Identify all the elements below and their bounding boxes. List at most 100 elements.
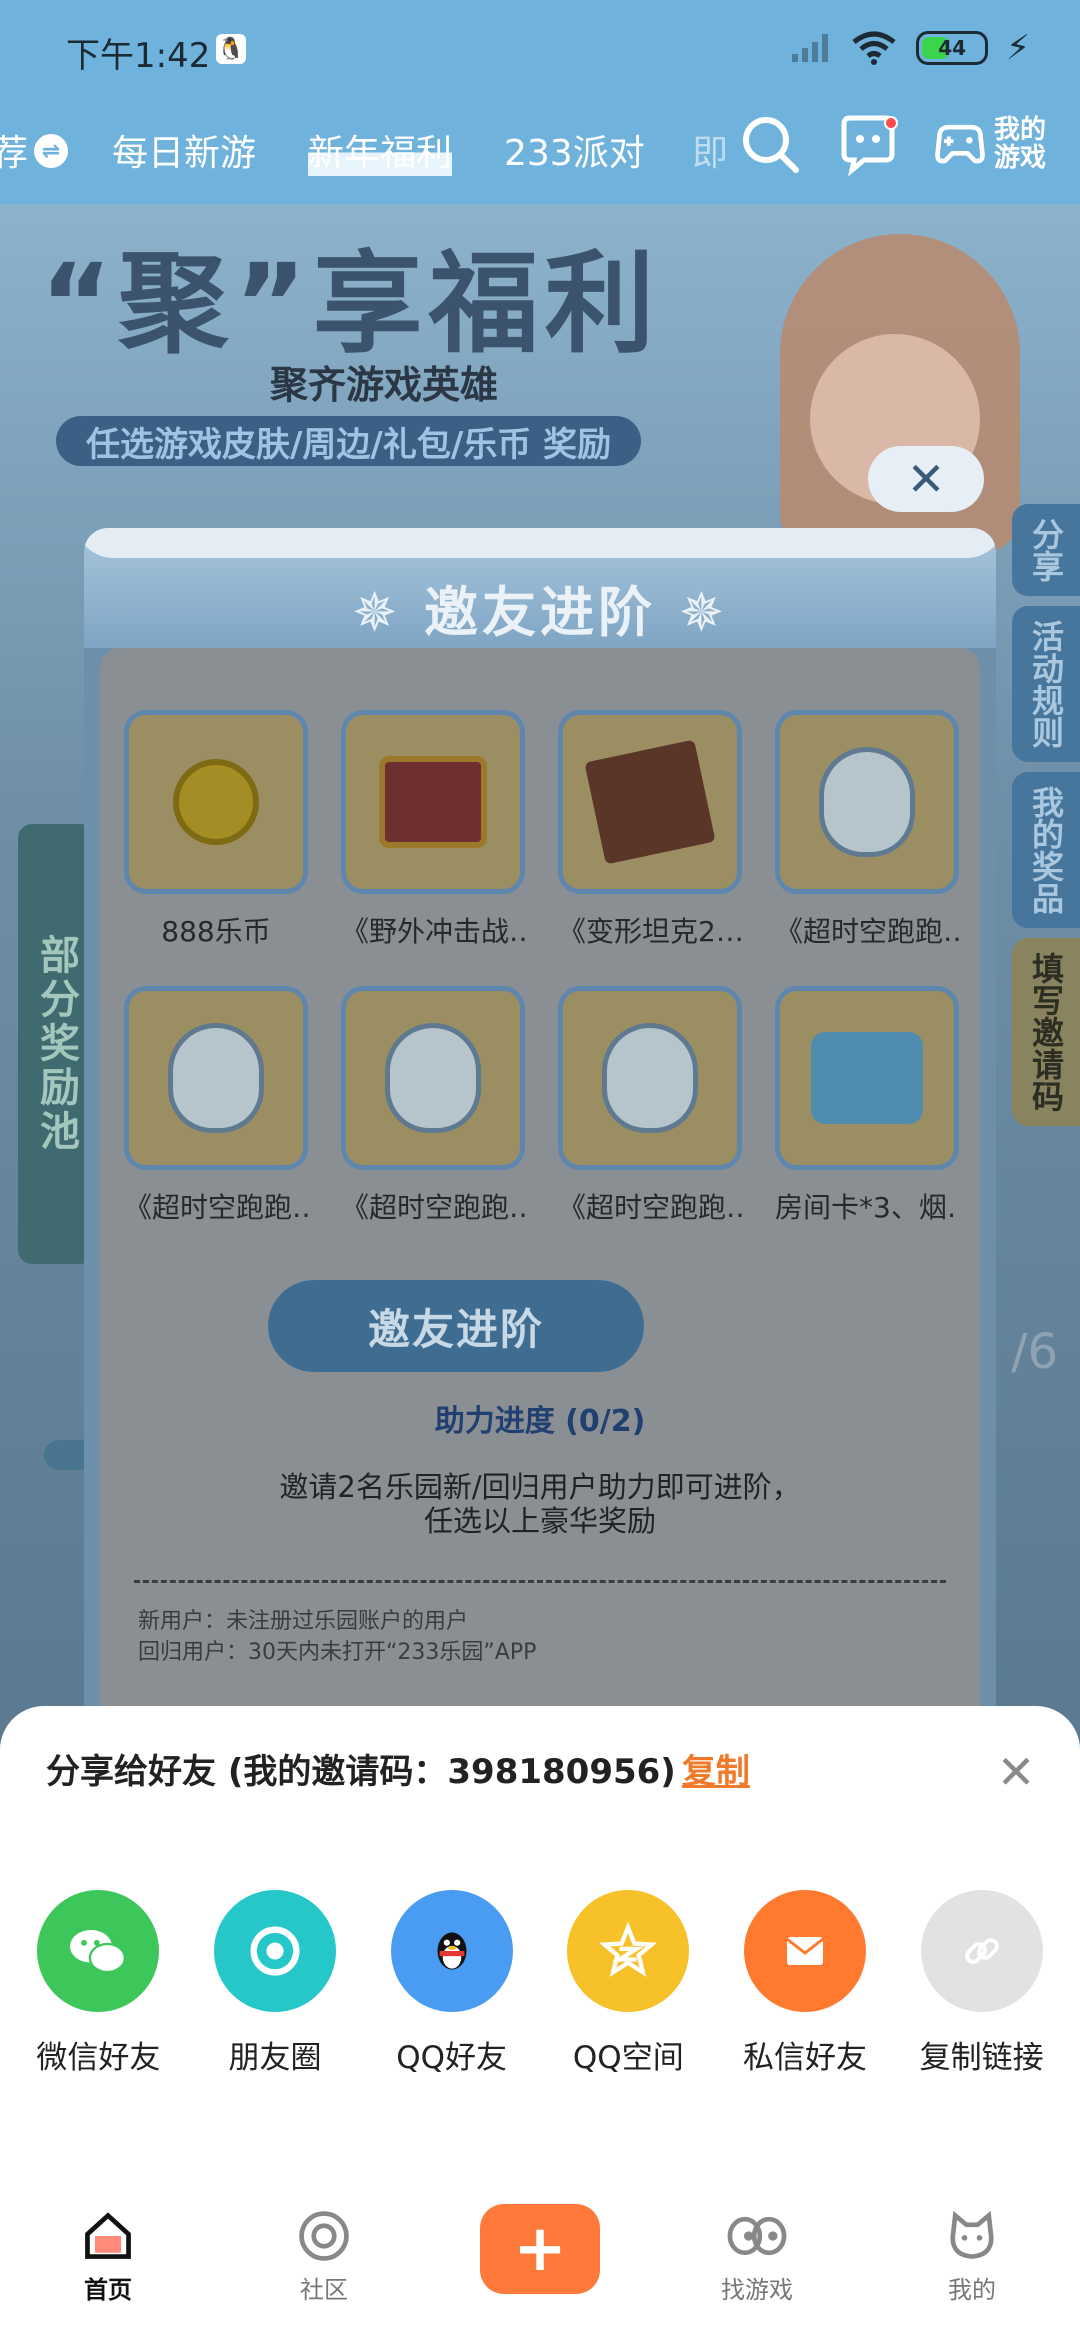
tab-label: 我的 (948, 2276, 996, 2304)
signal-icon (792, 34, 829, 62)
candy-egg-icon (168, 1023, 264, 1133)
snowflake-icon: ✵ (351, 581, 424, 644)
prize-name: 888乐币 (161, 915, 271, 948)
my-games-button[interactable]: 我的游戏 (932, 116, 1050, 172)
prize-item[interactable]: 《超时空跑跑… (124, 986, 308, 1226)
tab-label: 社区 (300, 2276, 348, 2304)
share-sheet-close-button[interactable]: ✕ (992, 1745, 1040, 1799)
invite-upgrade-button[interactable]: 邀友进阶 (268, 1280, 644, 1372)
qzone-icon (567, 1890, 690, 2012)
snowflake-icon: ✵ (656, 581, 729, 644)
gamepad-icon (935, 124, 985, 164)
prize-image (775, 710, 959, 894)
prize-item[interactable]: 房间卡*3、烟… (775, 986, 959, 1226)
share-copy-link[interactable]: 复制链接 (896, 1890, 1068, 2077)
modal-body: 888乐币 《野外冲击战… 《变形坦克2… 《超时空跑跑… 《超时空跑跑… 《超… (100, 648, 980, 1744)
side-tabs: 分享 活动规则 我的奖品 填写邀请码 (1012, 504, 1080, 1136)
search-icon (743, 117, 799, 173)
prize-item[interactable]: 《野外冲击战… (341, 710, 525, 950)
messages-button[interactable] (834, 110, 902, 178)
tab-community[interactable]: 社区 (259, 2208, 389, 2305)
bottle-egg-icon (602, 1023, 698, 1133)
qq-icon (390, 1890, 513, 2012)
unread-dot (884, 116, 898, 130)
prize-name: 《超时空跑跑… (124, 1191, 308, 1224)
close-icon: ✕ (996, 1745, 1036, 1799)
moments-icon (213, 1890, 336, 2012)
note-new-user: 新用户：未注册过乐园账户的用户 (138, 1609, 469, 1634)
tab-home[interactable]: 首页 (43, 2208, 173, 2305)
battery-icon: 44 (916, 31, 989, 65)
modal-title: ✵ 邀友进阶 ✵ (84, 568, 996, 647)
invite-description: 邀请2名乐园新/回归用户助力即可进阶， 任选以上豪华奖励 (100, 1470, 980, 1538)
background-counter: /6 (1011, 1324, 1058, 1380)
share-label: QQ空间 (572, 2040, 684, 2076)
prize-grid: 888乐币 《野外冲击战… 《变形坦克2… 《超时空跑跑… 《超时空跑跑… 《超… (124, 710, 968, 1226)
book-egg-icon (819, 747, 915, 857)
share-wechat-friend[interactable]: 微信好友 (12, 1890, 184, 2077)
invite-description-line1: 邀请2名乐园新/回归用户助力即可进阶， (279, 1470, 801, 1504)
prize-item[interactable]: 《变形坦克2… (558, 710, 742, 950)
share-private-message[interactable]: 私信好友 (719, 1890, 891, 2077)
share-qq-friend[interactable]: QQ好友 (366, 1890, 538, 2077)
create-post-button[interactable]: + (480, 2204, 600, 2294)
prize-name: 《超时空跑跑… (558, 1191, 742, 1224)
share-label: 朋友圈 (228, 2040, 322, 2076)
tab-more[interactable]: 即 (692, 124, 728, 176)
tab-daily-new-games[interactable]: 每日新游 (112, 124, 256, 176)
wechat-icon (37, 1890, 160, 2012)
side-tab-rules[interactable]: 活动规则 (1012, 606, 1080, 762)
invite-description-line2: 任选以上豪华奖励 (423, 1504, 656, 1538)
prize-name: 《超时空跑跑… (341, 1191, 525, 1224)
share-moments[interactable]: 朋友圈 (189, 1890, 361, 2077)
search-button[interactable] (736, 110, 804, 178)
modal-close-button[interactable]: ✕ (868, 446, 984, 512)
home-icon (85, 2212, 131, 2259)
prize-image (341, 986, 525, 1170)
qq-notification-icon: 🐧 (216, 34, 246, 64)
prize-item[interactable]: 888乐币 (124, 710, 308, 950)
gift-box-icon (584, 739, 716, 865)
status-bar: 下午1:42 🐧 44 ⚡ (0, 0, 1080, 100)
side-tab-my-prizes[interactable]: 我的奖品 (1012, 772, 1080, 928)
bottom-tab-bar: 首页 社区 + 找游戏 我的 (0, 2186, 1080, 2340)
share-qzone[interactable]: QQ空间 (542, 1890, 714, 2077)
battery-level: 44 (938, 36, 967, 60)
plus-icon: + (513, 2212, 567, 2286)
wifi-icon (852, 31, 896, 65)
modal-title-text: 邀友进阶 (424, 581, 656, 644)
share-options: 微信好友 朋友圈 QQ好友 QQ空间 私信好友 复制链接 (0, 1890, 1080, 2077)
prize-image (558, 710, 742, 894)
share-sheet-title: 分享给好友 (我的邀请码：398180956) 复制 (46, 1744, 750, 1793)
prize-image (124, 986, 308, 1170)
tab-new-year-benefits[interactable]: 新年福利 (308, 124, 453, 176)
prize-item[interactable]: 《超时空跑跑… (775, 710, 959, 950)
prize-item[interactable]: 《超时空跑跑… (558, 986, 742, 1226)
side-tab-enter-code[interactable]: 填写邀请码 (1012, 938, 1080, 1126)
swap-icon[interactable]: ⇌ (34, 134, 68, 168)
my-games-label: 我的游戏 (994, 115, 1047, 173)
coin-icon (173, 759, 259, 845)
banner-tagline: 任选游戏皮肤/周边/礼包/乐币 奖励 (56, 416, 642, 466)
prize-image (775, 986, 959, 1170)
divider (134, 1580, 946, 1583)
side-tab-share[interactable]: 分享 (1012, 504, 1080, 596)
tab-233-party[interactable]: 233派对 (504, 124, 645, 176)
charging-icon: ⚡ (1006, 28, 1030, 68)
tab-profile[interactable]: 我的 (907, 2208, 1037, 2305)
find-games-icon (727, 2216, 787, 2256)
reward-pool-tab[interactable]: 部分奖励池 (18, 824, 94, 1264)
share-title-text: 分享给好友 (我的邀请码：398180956) (46, 1752, 676, 1792)
cape-egg-icon (385, 1023, 481, 1133)
copy-invite-code-button[interactable]: 复制 (682, 1752, 750, 1792)
tab-find-games[interactable]: 找游戏 (692, 2208, 822, 2305)
prize-item[interactable]: 《超时空跑跑… (341, 986, 525, 1226)
rules-note: 新用户：未注册过乐园账户的用户 回归用户：30天内未打开“233乐园”APP (138, 1606, 536, 1668)
profile-icon (950, 2210, 994, 2259)
tab-recommend[interactable]: 荐 (0, 124, 28, 176)
share-label: 微信好友 (36, 2040, 161, 2076)
top-nav: 荐 ⇌ 每日新游 新年福利 233派对 即 我的游戏 (0, 100, 1080, 204)
prize-name: 房间卡*3、烟… (775, 1191, 959, 1224)
help-progress: 助力进度 (0/2) (434, 1404, 646, 1439)
treasure-chest-icon (379, 756, 487, 848)
